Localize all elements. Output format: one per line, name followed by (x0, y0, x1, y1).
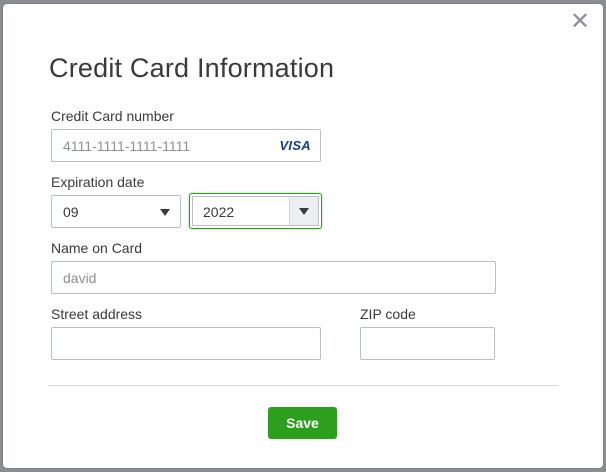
zip-code-input[interactable] (360, 327, 495, 360)
zip-code-label: ZIP code (360, 306, 416, 322)
card-number-input[interactable]: 4111-1111-1111-1111 VISA (51, 129, 321, 162)
expiration-month-value: 09 (63, 204, 79, 220)
name-on-card-placeholder: david (63, 270, 97, 286)
credit-card-dialog: ✕ Credit Card Information Credit Card nu… (3, 4, 603, 468)
year-dropdown-button[interactable] (289, 197, 318, 225)
card-number-label: Credit Card number (51, 108, 174, 124)
save-button[interactable]: Save (268, 407, 337, 439)
page-title: Credit Card Information (49, 53, 335, 83)
visa-logo-icon: VISA (279, 138, 311, 153)
expiration-year-value: 2022 (203, 204, 235, 220)
chevron-down-icon (299, 208, 309, 215)
street-address-input[interactable] (51, 327, 321, 360)
footer-divider (48, 385, 558, 386)
expiration-date-label: Expiration date (51, 174, 145, 190)
expiration-year-select[interactable]: 2022 (189, 193, 322, 229)
close-icon[interactable]: ✕ (568, 10, 592, 34)
card-number-placeholder: 4111-1111-1111-1111 (63, 138, 191, 154)
name-on-card-input[interactable]: david (51, 261, 496, 294)
chevron-down-icon (160, 209, 170, 216)
name-on-card-label: Name on Card (51, 240, 143, 256)
street-address-label: Street address (51, 306, 143, 322)
expiration-year-box: 2022 (192, 196, 319, 226)
expiration-month-select[interactable]: 09 (51, 195, 181, 228)
